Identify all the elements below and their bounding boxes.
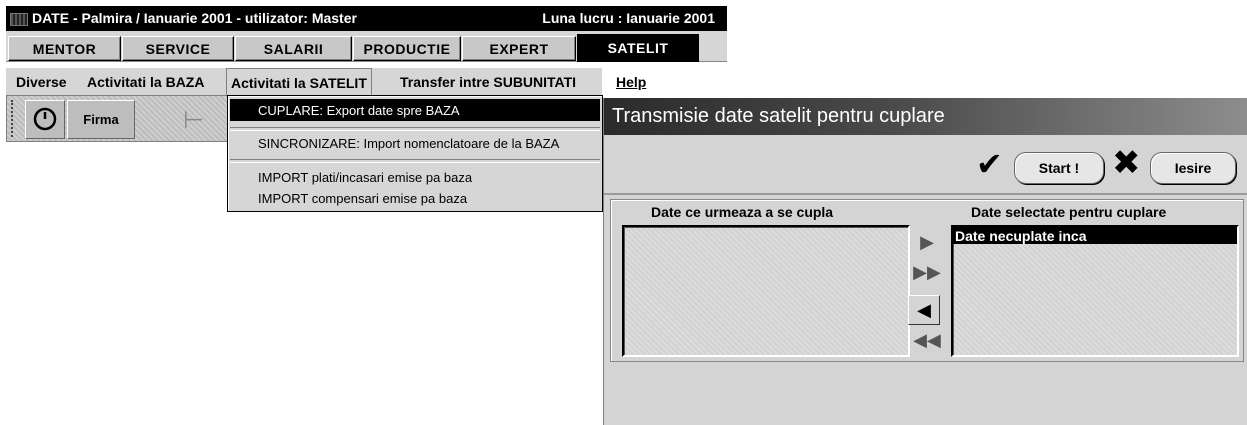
move-left-button[interactable]: ◀ (908, 295, 940, 325)
transmisie-dialog: Transmisie date satelit pentru cuplare ✔… (603, 98, 1247, 425)
move-all-right-button[interactable]: ▶▶ (912, 258, 942, 286)
menu-activitati-satelit[interactable]: Activitati la SATELIT (226, 68, 372, 96)
menu-help[interactable]: Help (612, 68, 650, 95)
dropdown-separator (230, 159, 600, 163)
dialog-footer (604, 368, 1247, 425)
arrow-left-icon: ◀ (917, 299, 931, 320)
menu-diverse[interactable]: Diverse (12, 68, 71, 95)
start-button[interactable]: Start ! (1014, 152, 1104, 184)
main-title-bar: DATE - Palmira / Ianuarie 2001 - utiliza… (6, 6, 727, 31)
arrow-right-icon: ▶ (920, 231, 934, 252)
module-tab-expert[interactable]: EXPERT (462, 36, 576, 61)
dropdown-item-import-plati[interactable]: IMPORT plati/incasari emise pa baza (230, 166, 600, 188)
menu-activitati-baza[interactable]: Activitati la BAZA (83, 68, 208, 95)
window-title: DATE - Palmira / Ianuarie 2001 - utiliza… (32, 10, 357, 26)
dropdown-item-import-compensari[interactable]: IMPORT compensari emise pa baza (230, 187, 600, 209)
menu-transfer-subunitati[interactable]: Transfer intre SUBUNITATI (396, 68, 580, 95)
lists-panel: Date ce urmeaza a se cupla Date selectat… (610, 199, 1244, 362)
left-list-label: Date ce urmeaza a se cupla (651, 204, 834, 220)
list-item[interactable]: Date necuplate inca (953, 227, 1237, 244)
dropdown-item-sincronizare[interactable]: SINCRONIZARE: Import nomenclatoare de la… (230, 132, 600, 154)
module-tab-productie[interactable]: PRODUCTIE (353, 36, 461, 61)
move-all-left-button[interactable]: ◀◀ (912, 326, 942, 354)
double-arrow-left-icon: ◀◀ (913, 329, 941, 350)
satelit-dropdown-menu: CUPLARE: Export date spre BAZA SINCRONIZ… (227, 95, 603, 212)
module-tab-satelit[interactable]: SATELIT (577, 34, 699, 62)
double-arrow-right-icon: ▶▶ (913, 261, 941, 282)
module-tab-service[interactable]: SERVICE (122, 36, 234, 61)
selected-listbox[interactable]: Date necuplate inca (951, 225, 1239, 357)
dialog-title: Transmisie date satelit pentru cuplare (612, 105, 945, 127)
exit-button[interactable]: Iesire (1150, 152, 1236, 184)
toolbar-grip[interactable] (11, 100, 21, 137)
checkmark-icon: ✔ (976, 146, 1003, 182)
dropdown-separator (230, 127, 600, 131)
working-month: Luna lucru : Ianuarie 2001 (542, 10, 715, 26)
move-right-button[interactable]: ▶ (912, 228, 942, 256)
dropdown-item-cuplare[interactable]: CUPLARE: Export date spre BAZA (230, 99, 600, 121)
right-list-label: Date selectate pentru cuplare (971, 204, 1167, 220)
dialog-toolbar: ✔ Start ! ✖ Iesire (604, 135, 1247, 195)
module-tab-mentor[interactable]: MENTOR (8, 36, 121, 61)
dialog-title-bar: Transmisie date satelit pentru cuplare (604, 98, 1247, 135)
sigma-icon[interactable]: ⊢ (183, 106, 204, 135)
source-listbox[interactable] (622, 225, 910, 357)
clock-button[interactable] (25, 100, 65, 139)
module-bar: MENTOR SERVICE SALARII PRODUCTIE EXPERT … (6, 31, 727, 62)
main-toolbar: Firma ⊢ (6, 95, 228, 142)
app-icon (10, 13, 28, 26)
clock-icon (33, 107, 57, 131)
module-tab-salarii[interactable]: SALARII (235, 36, 352, 61)
menu-bar: Diverse Activitati la BAZA Activitati la… (6, 68, 646, 96)
menu-help-label: Help (616, 73, 647, 90)
x-mark-icon: ✖ (1112, 144, 1141, 182)
firma-button[interactable]: Firma (67, 100, 135, 139)
